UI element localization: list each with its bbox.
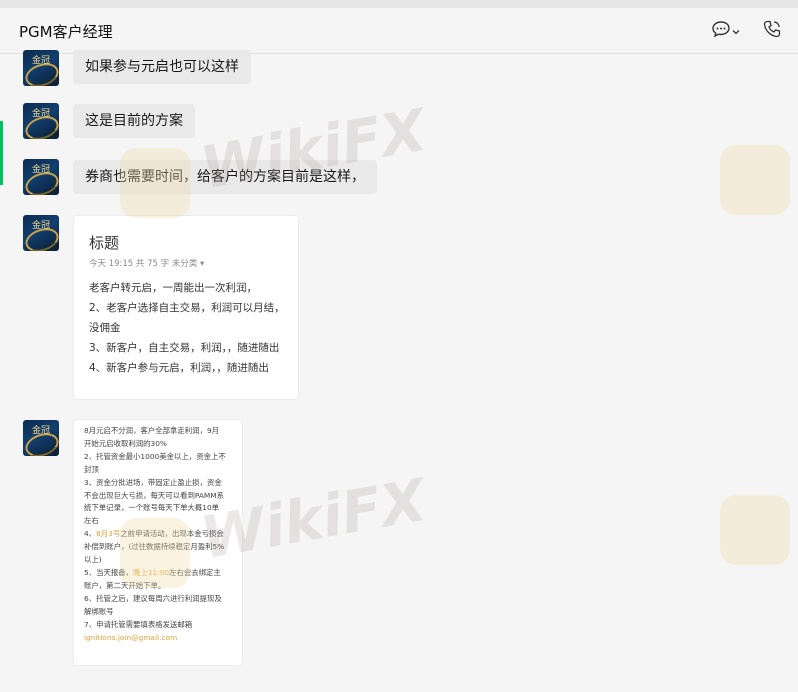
note-body: 老客户转元启，一周能出一次利润， 2、老客户选择自主交易，利润可以月结， 没佣金… [89, 278, 285, 378]
window-top-strip [0, 0, 798, 8]
note-line: 没佣金 [89, 322, 121, 334]
chat-bubble-icon [711, 19, 731, 43]
image-text-line: 开始元启收取利润的30% [84, 438, 167, 448]
phone-icon [762, 19, 782, 43]
image-text-line: 补偿到账户，(过往数据持续稳定月盈利5% [84, 542, 225, 552]
note-card[interactable]: 标题 今天 19:15 共 75 字 未分类 ▾ 老客户转元启，一周能出一次利润… [73, 215, 299, 400]
watermark-logo [720, 145, 790, 215]
message-bubble[interactable]: 券商也需要时间，给客户的方案目前是这样， [73, 160, 377, 194]
note-title: 标题 [89, 234, 120, 252]
chevron-down-icon [731, 22, 741, 41]
image-text-line: 5、当天报备，晚上11:00左右会去绑定主 [84, 567, 221, 577]
image-message[interactable]: 8月元启不分润，客户全部拿走利润，9月 开始元启收取利润的30% 2、托管资金最小1… [73, 419, 243, 666]
highlighted-text: 晚上11:00 [133, 567, 170, 577]
image-text-line: 账户，第二天开始下单。 [84, 580, 166, 590]
highlighted-text: ignitions.join@gmail.com [84, 632, 178, 642]
chat-header: PGM客户经理 [0, 8, 798, 54]
chat-title: PGM客户经理 [19, 23, 113, 41]
image-text-line: 左右 [84, 516, 99, 526]
avatar[interactable]: 金冠 [23, 215, 59, 251]
image-text-line: 解绑账号 [84, 606, 114, 616]
voice-call-button[interactable] [762, 19, 782, 43]
image-text-line: 4、8月3号之前申请活动，出现本金亏损会 [84, 529, 224, 539]
image-text-line: 2、托管资金最小1000美金以上，资金上不 [84, 451, 226, 461]
image-text-line: 统下单记录，一个账号每天下单大概10单 [84, 503, 220, 513]
avatar[interactable]: 金冠 [23, 50, 59, 86]
image-text: 8月元启不分润，客户全部拿走利润，9月 开始元启收取利润的30% 2、托管资金最小1… [84, 425, 226, 644]
selection-indicator [0, 121, 3, 185]
highlighted-text: 8月3号 [96, 529, 121, 539]
avatar[interactable]: 金冠 [23, 159, 59, 195]
image-text-line: 6、托管之后，建议每周六进行利润提现及 [84, 593, 222, 603]
message-bubble[interactable]: 如果参与元启也可以这样 [73, 50, 251, 84]
message-bubble[interactable]: 这是目前的方案 [73, 104, 195, 138]
image-text-line: ignitions.join@gmail.com [84, 632, 226, 645]
image-text-line: 不会出现巨大亏损，每天可以看到PAMM系 [84, 490, 225, 500]
note-meta: 今天 19:15 共 75 字 未分类 ▾ [89, 259, 205, 269]
note-line: 老客户转元启，一周能出一次利润， [89, 282, 257, 294]
avatar[interactable]: 金冠 [23, 420, 59, 456]
image-text-line: 3、资金分批进场，带固定止盈止损，资金 [84, 477, 222, 487]
note-line: 3、新客户，自主交易，利润，，随进随出 [89, 342, 280, 354]
chat-info-button[interactable] [711, 21, 747, 41]
avatar[interactable]: 金冠 [23, 103, 59, 139]
image-text-line: 以上) [84, 555, 102, 565]
image-text-line: 封顶 [84, 464, 99, 474]
note-line: 2、老客户选择自主交易，利润可以月结， [89, 302, 285, 314]
image-text-line: 7、申请托管需要填表格发送邮箱 [84, 619, 193, 629]
watermark-logo [720, 495, 790, 565]
image-text-line: 8月元启不分润，客户全部拿走利润，9月 [84, 426, 220, 435]
note-line: 4、新客户参与元启，利润，，随进随出 [89, 362, 269, 374]
